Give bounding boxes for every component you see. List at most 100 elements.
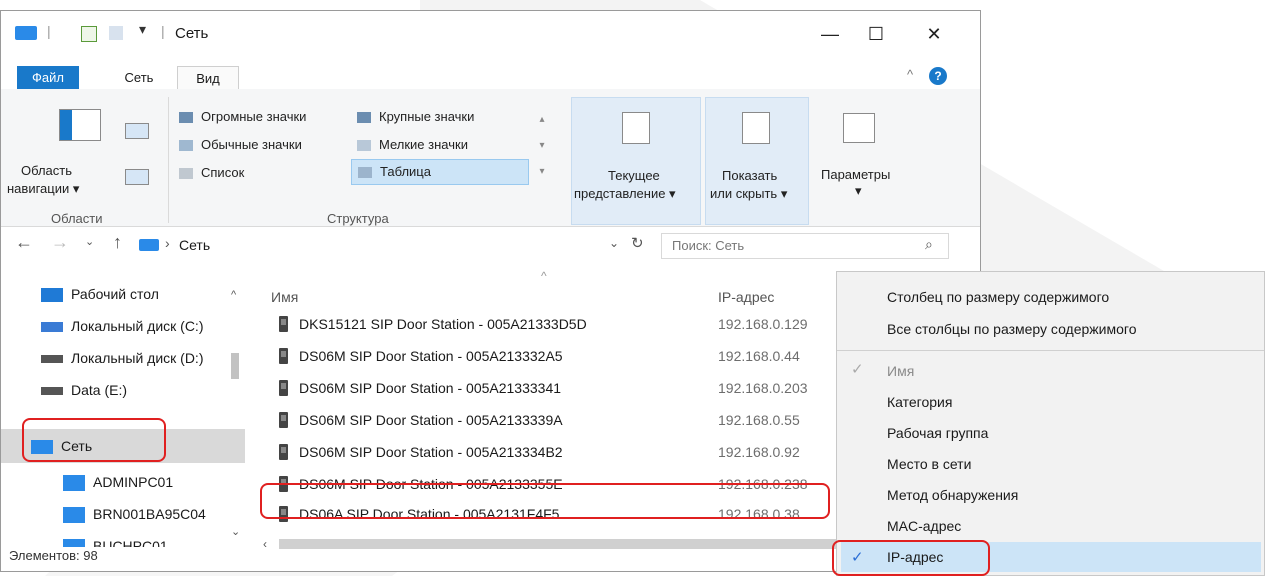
nav-item-brn001ba95c04[interactable]: BRN001BA95C04 [63,499,231,529]
tab-network[interactable]: Сеть [109,66,169,90]
menu-item-network-location[interactable]: Место в сети [887,449,971,479]
preview-pane-icon[interactable] [125,123,149,139]
layout-label: Мелкие значки [379,137,468,152]
menu-item-workgroup[interactable]: Рабочая группа [887,418,988,448]
nav-item-data-e[interactable]: Data (E:) [41,375,231,405]
nav-scrollbar-thumb[interactable] [231,353,239,379]
layout-label: Список [201,165,245,180]
nav-pane-button[interactable]: Область навигации ▾ [7,89,167,199]
nav-item-label: Локальный диск (D:) [71,350,204,366]
layout-list[interactable]: Список [179,165,244,180]
show-hide-button[interactable]: Показать или скрыть ▾ [705,97,809,225]
table-row[interactable]: DKS15121 SIP Door Station - 005A21333D5D… [263,309,833,339]
computer-icon [63,539,85,547]
nav-pane-icon [59,109,101,141]
forward-button[interactable]: → [51,232,69,253]
collapse-ribbon-icon[interactable]: ^ [907,67,913,82]
horizontal-scrollbar-thumb[interactable] [279,539,839,549]
show-hide-label-1: Показать [722,168,778,183]
details-pane-icon[interactable] [125,169,149,185]
menu-separator [837,350,1264,351]
group-structure-label: Структура [327,211,389,226]
properties-icon[interactable] [81,26,97,42]
address-field[interactable]: › Сеть [139,233,607,259]
options-label-1: Параметры [821,167,891,182]
door-station-icon [279,412,288,428]
nav-pane-label-1: Область [21,163,73,178]
table-row[interactable]: DS06M SIP Door Station - 005A2133339A 192… [263,405,833,435]
layout-details[interactable]: Таблица [351,159,529,185]
row-ip: 192.168.0.92 [718,444,800,460]
close-button[interactable]: ✕ [911,19,957,49]
back-button[interactable]: ← [15,232,33,253]
nav-item-local-disk-d[interactable]: Локальный диск (D:) [41,343,231,373]
checkmark-icon: ✓ [851,361,864,378]
up-button[interactable]: ↑ [113,232,122,253]
highlight-network [22,418,166,462]
door-station-icon [279,316,288,332]
nav-item-label: ADMINPC01 [93,474,174,490]
qat-dropdown-icon[interactable]: ▾ [139,21,146,38]
table-row[interactable]: DS06M SIP Door Station - 005A21333341 192… [263,373,833,403]
breadcrumb-network[interactable]: Сеть [179,237,210,253]
nav-item-buchpc01[interactable]: BUCHPC01 [63,531,231,547]
menu-item-category[interactable]: Категория [887,387,952,417]
menu-item-mac-address[interactable]: MAC-адрес [887,511,961,541]
nav-item-desktop[interactable]: Рабочий стол [41,279,231,309]
table-row[interactable]: DS06M SIP Door Station - 005A213332A5 192… [263,341,833,371]
list-icon [179,168,193,180]
address-bar-row: ← → ⌄ ↑ › Сеть ⌄ ↻ Поиск: Сеть ⌕ [1,230,980,264]
menu-item-size-column[interactable]: Столбец по размеру содержимого [887,282,1109,312]
title-bar: | ▾ | Сеть — ☐ ✕ [1,11,980,55]
address-dropdown-icon[interactable]: ⌄ [609,236,619,250]
layout-label: Обычные значки [201,137,302,152]
scroll-down-icon[interactable]: ⌄ [231,525,240,538]
nav-item-label: Рабочий стол [71,286,159,302]
highlight-ip-address [832,540,990,576]
search-input[interactable]: Поиск: Сеть [661,233,949,259]
maximize-button[interactable]: ☐ [853,19,899,49]
options-button[interactable]: Параметры ▾ [813,97,913,225]
row-name: DKS15121 SIP Door Station - 005A21333D5D [299,316,587,332]
scroll-left-icon[interactable]: ‹ [263,537,267,551]
details-icon [358,167,372,179]
title-separator: | [161,23,165,39]
layout-label: Крупные значки [379,109,475,124]
layout-small[interactable]: Мелкие значки [357,137,468,152]
menu-item-name: Имя [887,363,915,379]
menu-item-discovery-method[interactable]: Метод обнаружения [887,480,1018,510]
highlight-ds06a-row [260,483,830,519]
layout-medium[interactable]: Обычные значки [179,137,302,152]
row-name: DS06M SIP Door Station - 005A2133339A [299,412,563,428]
scroll-up-icon[interactable]: ^ [231,289,236,301]
layout-scroll[interactable]: ▴ ▾ ▾ [535,107,549,191]
layout-extra-large[interactable]: Огромные значки [179,109,306,124]
refresh-icon[interactable]: ↻ [631,234,644,252]
new-folder-icon[interactable] [109,26,123,40]
minimize-button[interactable]: — [807,19,853,49]
table-row[interactable]: DS06M SIP Door Station - 005A213334B2 192… [263,437,833,467]
column-header-ip[interactable]: IP-адрес [718,289,774,305]
current-view-button[interactable]: Текущее представление ▾ [571,97,701,225]
layout-label: Огромные значки [201,109,307,124]
show-hide-icon [742,112,770,144]
breadcrumb-chevron-icon: › [165,235,170,251]
recent-dropdown-icon[interactable]: ⌄ [85,235,94,248]
layout-large[interactable]: Крупные значки [357,109,474,124]
nav-item-adminpc01[interactable]: ADMINPC01 [63,467,231,497]
network-icon [139,239,159,251]
column-header-name[interactable]: Имя [271,289,298,305]
options-icon [843,113,875,143]
nav-item-label: Data (E:) [71,382,128,398]
tab-view[interactable]: Вид [177,66,239,91]
sort-ascending-icon: ^ [541,269,547,283]
help-icon[interactable]: ? [929,67,947,85]
menu-item-size-all-columns[interactable]: Все столбцы по размеру содержимого [887,314,1136,344]
tab-file[interactable]: Файл [17,66,79,90]
search-icon[interactable]: ⌕ [925,236,933,253]
column-context-menu: Столбец по размеру содержимого Все столб… [836,271,1265,576]
row-ip: 192.168.0.203 [718,380,808,396]
door-station-icon [279,380,288,396]
nav-item-local-disk-c[interactable]: Локальный диск (C:) [41,311,231,341]
network-icon [15,26,37,40]
